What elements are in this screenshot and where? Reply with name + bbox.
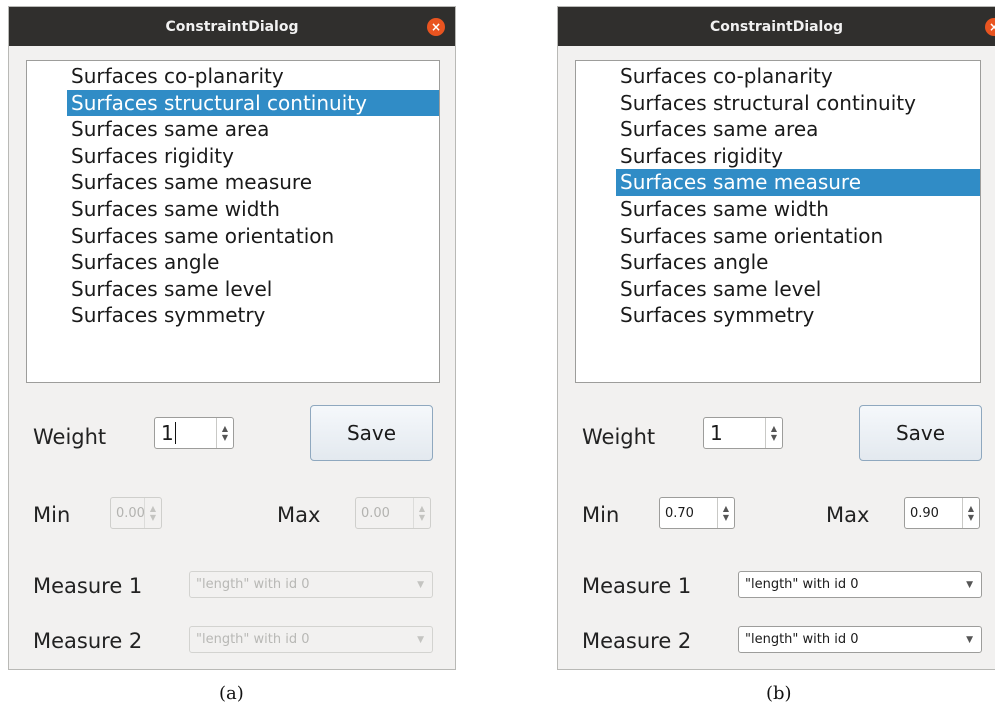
save-button[interactable]: Save <box>310 405 433 461</box>
constraint-list[interactable]: Surfaces co-planarity Surfaces structura… <box>575 60 981 383</box>
measure2-label: Measure 2 <box>582 629 692 653</box>
list-item[interactable]: Surfaces same measure <box>616 169 980 196</box>
min-value[interactable]: 0.00 <box>116 498 145 528</box>
list-item[interactable]: Surfaces rigidity <box>616 143 980 170</box>
min-spinbox[interactable]: 0.70 ▲ ▼ <box>659 497 735 529</box>
list-item[interactable]: Surfaces co-planarity <box>67 63 439 90</box>
weight-value[interactable]: 1 <box>710 418 723 448</box>
spin-up-icon[interactable]: ▲ <box>968 504 974 513</box>
spin-arrows[interactable]: ▲ ▼ <box>765 418 782 448</box>
close-icon[interactable]: × <box>427 18 445 36</box>
list-item[interactable]: Surfaces symmetry <box>616 302 980 329</box>
max-label: Max <box>277 503 321 527</box>
list-item[interactable]: Surfaces structural continuity <box>616 90 980 117</box>
constraint-dialog-a: ConstraintDialog × Surfaces co-planarity… <box>8 6 456 670</box>
max-spinbox[interactable]: 0.00 ▲ ▼ <box>355 497 431 529</box>
weight-label: Weight <box>33 425 107 449</box>
chevron-down-icon[interactable]: ▼ <box>417 627 424 652</box>
constraint-list[interactable]: Surfaces co-planarity Surfaces structura… <box>26 60 440 383</box>
constraint-dialog-b: ConstraintDialog × Surfaces co-planarity… <box>557 6 995 670</box>
chevron-down-icon[interactable]: ▼ <box>966 572 973 597</box>
list-item[interactable]: Surfaces same orientation <box>67 223 439 250</box>
max-value[interactable]: 0.00 <box>361 498 390 528</box>
list-item[interactable]: Surfaces symmetry <box>67 302 439 329</box>
spin-down-icon[interactable]: ▼ <box>771 433 777 442</box>
list-item[interactable]: Surfaces rigidity <box>67 143 439 170</box>
window-title: ConstraintDialog <box>165 18 299 35</box>
measure1-label: Measure 1 <box>33 574 143 598</box>
spin-down-icon[interactable]: ▼ <box>968 513 974 522</box>
spin-down-icon[interactable]: ▼ <box>419 513 425 522</box>
measure1-value: "length" with id 0 <box>196 577 310 592</box>
list-item[interactable]: Surfaces same area <box>67 116 439 143</box>
chevron-down-icon[interactable]: ▼ <box>966 627 973 652</box>
max-value[interactable]: 0.90 <box>910 498 939 528</box>
list-item[interactable]: Surfaces same measure <box>67 169 439 196</box>
spin-up-icon[interactable]: ▲ <box>771 424 777 433</box>
weight-spinbox[interactable]: 1 ▲ ▼ <box>703 417 783 449</box>
window-title: ConstraintDialog <box>710 18 843 35</box>
spin-arrows[interactable]: ▲ ▼ <box>144 498 161 528</box>
list-item[interactable]: Surfaces same width <box>616 196 980 223</box>
list-item[interactable]: Surfaces same orientation <box>616 223 980 250</box>
spin-up-icon[interactable]: ▲ <box>150 504 156 513</box>
spin-up-icon[interactable]: ▲ <box>723 504 729 513</box>
measure1-value: "length" with id 0 <box>745 577 859 592</box>
measure1-label: Measure 1 <box>582 574 692 598</box>
spin-down-icon[interactable]: ▼ <box>723 513 729 522</box>
measure1-combo[interactable]: "length" with id 0 ▼ <box>189 571 433 598</box>
list-item[interactable]: Surfaces structural continuity <box>67 89 439 117</box>
close-icon[interactable]: × <box>985 18 995 36</box>
spin-arrows[interactable]: ▲ ▼ <box>962 498 979 528</box>
max-spinbox[interactable]: 0.90 ▲ ▼ <box>904 497 980 529</box>
measure2-combo[interactable]: "length" with id 0 ▼ <box>738 626 982 653</box>
spin-up-icon[interactable]: ▲ <box>222 424 228 433</box>
min-label: Min <box>33 503 71 527</box>
list-item[interactable]: Surfaces same width <box>67 196 439 223</box>
weight-label: Weight <box>582 425 656 449</box>
list-item[interactable]: Surfaces same level <box>616 276 980 303</box>
list-item[interactable]: Surfaces angle <box>67 249 439 276</box>
measure2-combo[interactable]: "length" with id 0 ▼ <box>189 626 433 653</box>
titlebar: ConstraintDialog × <box>558 7 995 46</box>
caption-a: (a) <box>219 683 244 704</box>
list-item[interactable]: Surfaces same area <box>616 116 980 143</box>
measure1-combo[interactable]: "length" with id 0 ▼ <box>738 571 982 598</box>
measure2-label: Measure 2 <box>33 629 143 653</box>
weight-spinbox[interactable]: 1 ▲ ▼ <box>154 417 234 449</box>
measure2-value: "length" with id 0 <box>745 632 859 647</box>
spin-arrows[interactable]: ▲ ▼ <box>413 498 430 528</box>
chevron-down-icon[interactable]: ▼ <box>417 572 424 597</box>
max-label: Max <box>826 503 870 527</box>
caption-b: (b) <box>766 683 792 704</box>
min-label: Min <box>582 503 620 527</box>
spin-down-icon[interactable]: ▼ <box>150 513 156 522</box>
list-item[interactable]: Surfaces co-planarity <box>616 63 980 90</box>
measure2-value: "length" with id 0 <box>196 632 310 647</box>
spin-down-icon[interactable]: ▼ <box>222 433 228 442</box>
titlebar: ConstraintDialog × <box>9 7 455 46</box>
min-value[interactable]: 0.70 <box>665 498 694 528</box>
save-button[interactable]: Save <box>859 405 982 461</box>
min-spinbox[interactable]: 0.00 ▲ ▼ <box>110 497 162 529</box>
list-item[interactable]: Surfaces angle <box>616 249 980 276</box>
spin-up-icon[interactable]: ▲ <box>419 504 425 513</box>
weight-value[interactable]: 1 <box>161 418 176 448</box>
spin-arrows[interactable]: ▲ ▼ <box>717 498 734 528</box>
list-item[interactable]: Surfaces same level <box>67 276 439 303</box>
spin-arrows[interactable]: ▲ ▼ <box>216 418 233 448</box>
